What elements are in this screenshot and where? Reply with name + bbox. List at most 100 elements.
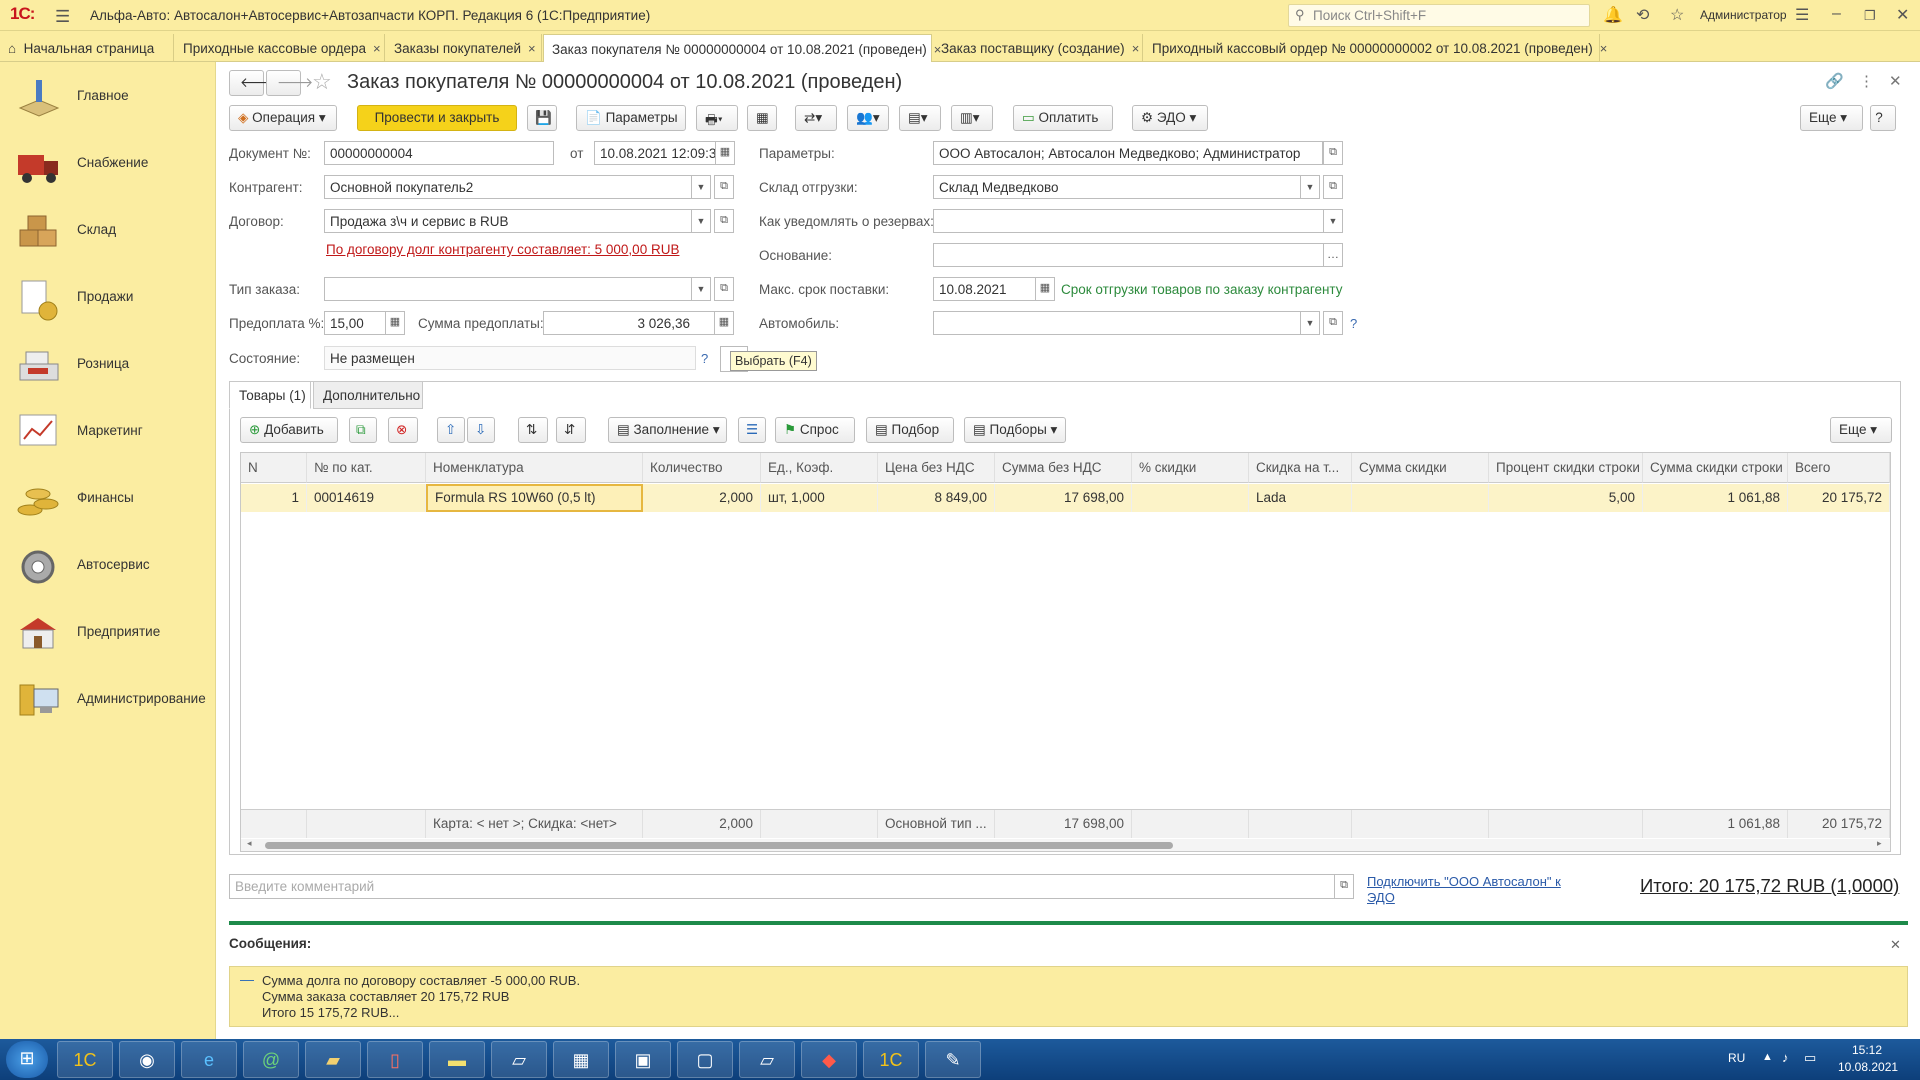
- comment-input[interactable]: Введите комментарий: [229, 874, 1336, 899]
- attachments-button[interactable]: ▥▾: [951, 105, 993, 131]
- print-button[interactable]: 🖶▾: [696, 105, 738, 131]
- tab-cash-orders[interactable]: Приходные кассовые ордера ×: [175, 34, 385, 62]
- debt-link[interactable]: По договору долг контрагенту составляет:…: [326, 242, 679, 257]
- taskbar-explorer[interactable]: ▰: [305, 1041, 361, 1078]
- tab-home[interactable]: ⌂ Начальная страница: [0, 34, 174, 62]
- taskbar-notes[interactable]: ▬: [429, 1041, 485, 1078]
- tray-expand-icon[interactable]: ▲: [1762, 1051, 1773, 1063]
- taskbar-1c-2[interactable]: 1С: [863, 1041, 919, 1078]
- sidebar-item-marketing[interactable]: Маркетинг: [0, 403, 216, 463]
- clock-date[interactable]: 10.08.2021: [1838, 1060, 1898, 1074]
- pick-button[interactable]: ▤ Подбор: [866, 417, 954, 443]
- create-based-button[interactable]: ⇄▾: [795, 105, 837, 131]
- date-field[interactable]: 10.08.2021 12:09:32: [594, 141, 718, 165]
- max-date-field[interactable]: 10.08.2021: [933, 277, 1039, 301]
- sidebar-item-retail[interactable]: Розница: [0, 336, 216, 396]
- col-header[interactable]: Ед., Коэф.: [761, 453, 878, 483]
- sum-cell[interactable]: 17 698,00: [995, 484, 1132, 512]
- tab-customer-order-4[interactable]: Заказ покупателя № 00000000004 от 10.08.…: [543, 34, 941, 62]
- basis-field[interactable]: [933, 243, 1328, 267]
- menu-icon[interactable]: ☰: [55, 7, 70, 27]
- picks-button[interactable]: ▤ Подборы ▾: [964, 417, 1066, 443]
- taskbar-paint[interactable]: ✎: [925, 1041, 981, 1078]
- unit-cell[interactable]: шт, 1,000: [761, 484, 878, 512]
- link-icon[interactable]: 🔗: [1825, 72, 1844, 90]
- col-header[interactable]: Процент скидки строки: [1489, 453, 1643, 483]
- open-icon[interactable]: ⧉: [1334, 874, 1354, 899]
- close-messages-icon[interactable]: ✕: [1890, 937, 1901, 953]
- open-icon[interactable]: ⧉: [714, 175, 734, 199]
- language-indicator[interactable]: RU: [1728, 1051, 1745, 1065]
- open-icon[interactable]: ⧉: [1323, 175, 1343, 199]
- open-icon[interactable]: ⧉: [1323, 141, 1343, 165]
- calculator-icon[interactable]: ▦: [714, 311, 734, 335]
- delete-row-button[interactable]: ⊗: [388, 417, 418, 443]
- close-icon[interactable]: ×: [1600, 41, 1608, 56]
- chevron-down-icon[interactable]: ▼: [691, 175, 711, 199]
- params-field[interactable]: ООО Автосалон; Автосалон Медведково; Адм…: [933, 141, 1323, 165]
- scroll-right-icon[interactable]: ▸: [1877, 838, 1882, 849]
- edo-connect-link[interactable]: Подключить "ООО Автосалон" к ЭДО: [1367, 874, 1567, 906]
- post-and-close-button[interactable]: Провести и закрыть: [357, 105, 517, 131]
- open-icon[interactable]: ⧉: [714, 209, 734, 233]
- col-header[interactable]: Цена без НДС: [878, 453, 995, 483]
- sidebar-item-main[interactable]: Главное: [0, 68, 216, 128]
- col-header[interactable]: Сумма скидки строки: [1643, 453, 1788, 483]
- taskbar-chrome[interactable]: ◉: [119, 1041, 175, 1078]
- sidebar-item-sales[interactable]: Продажи: [0, 269, 216, 329]
- discount-pct-cell[interactable]: [1132, 484, 1249, 512]
- ellipsis-icon[interactable]: …: [1323, 243, 1343, 267]
- start-button[interactable]: ⊞: [6, 1041, 48, 1078]
- sidebar-item-enterprise[interactable]: Предприятие: [0, 604, 216, 664]
- structure-button[interactable]: ▦: [747, 105, 777, 131]
- users-button[interactable]: 👥▾: [847, 105, 889, 131]
- contractor-field[interactable]: Основной покупатель2: [324, 175, 696, 199]
- calendar-icon[interactable]: ▦: [1035, 277, 1055, 301]
- prepay-sum-field[interactable]: 3 026,36: [543, 311, 715, 335]
- col-header[interactable]: Номенклатура: [426, 453, 643, 483]
- col-header[interactable]: % скидки: [1132, 453, 1249, 483]
- add-row-button[interactable]: ⊕ Добавить: [240, 417, 338, 443]
- taskbar-app10[interactable]: ▣: [615, 1041, 671, 1078]
- price-cell[interactable]: 8 849,00: [878, 484, 995, 512]
- calendar-icon[interactable]: ▦: [715, 141, 735, 165]
- calculator-icon[interactable]: ▦: [385, 311, 405, 335]
- report-button[interactable]: ▤▾: [899, 105, 941, 131]
- save-button[interactable]: 💾: [527, 105, 557, 131]
- taskbar-app9[interactable]: ▦: [553, 1041, 609, 1078]
- close-icon[interactable]: ×: [1132, 41, 1140, 56]
- col-header[interactable]: Сумма без НДС: [995, 453, 1132, 483]
- taskbar-app8[interactable]: ▱: [491, 1041, 547, 1078]
- taskbar-anydesk[interactable]: ◆: [801, 1041, 857, 1078]
- sidebar-item-autoservice[interactable]: Автосервис: [0, 537, 216, 597]
- warehouse-field[interactable]: Склад Медведково: [933, 175, 1305, 199]
- chevron-down-icon[interactable]: ▼: [1300, 311, 1320, 335]
- more-vertical-icon[interactable]: ⋮: [1859, 72, 1874, 90]
- nomenclature-cell[interactable]: Formula RS 10W60 (0,5 lt): [426, 484, 643, 512]
- taskbar-mail[interactable]: @: [243, 1041, 299, 1078]
- close-form-icon[interactable]: ✕: [1889, 72, 1902, 90]
- col-header[interactable]: Количество: [643, 453, 761, 483]
- tab-supplier-order[interactable]: Заказ поставщику (создание) ×: [933, 34, 1143, 62]
- params-button[interactable]: 📄 Параметры: [576, 105, 686, 131]
- back-button[interactable]: 🡐: [229, 70, 276, 96]
- history-icon[interactable]: ⟲: [1636, 5, 1649, 25]
- col-header[interactable]: Всего: [1788, 453, 1890, 483]
- volume-icon[interactable]: ♪: [1782, 1050, 1789, 1065]
- user-name[interactable]: Администратор: [1700, 8, 1787, 22]
- pay-button[interactable]: ▭ Оплатить: [1013, 105, 1113, 131]
- settings-menu-icon[interactable]: ☰: [1795, 5, 1809, 25]
- tab-customer-orders[interactable]: Заказы покупателей ×: [386, 34, 542, 62]
- chevron-down-icon[interactable]: ▼: [1323, 209, 1343, 233]
- row-discount-sum-cell[interactable]: 1 061,88: [1643, 484, 1788, 512]
- total-cell[interactable]: 20 175,72: [1788, 484, 1890, 512]
- chevron-down-icon[interactable]: ▼: [691, 209, 711, 233]
- help-icon[interactable]: ?: [1350, 316, 1357, 331]
- favorite-star-icon[interactable]: ☆: [312, 69, 332, 95]
- sidebar-item-warehouse[interactable]: Склад: [0, 202, 216, 262]
- restore-icon[interactable]: ❐: [1864, 8, 1876, 24]
- sidebar-item-admin[interactable]: Администрирование: [0, 671, 216, 731]
- horizontal-scrollbar[interactable]: ◂ ▸: [241, 838, 1890, 851]
- car-field[interactable]: [933, 311, 1305, 335]
- discount-on-cell[interactable]: Lada: [1249, 484, 1352, 512]
